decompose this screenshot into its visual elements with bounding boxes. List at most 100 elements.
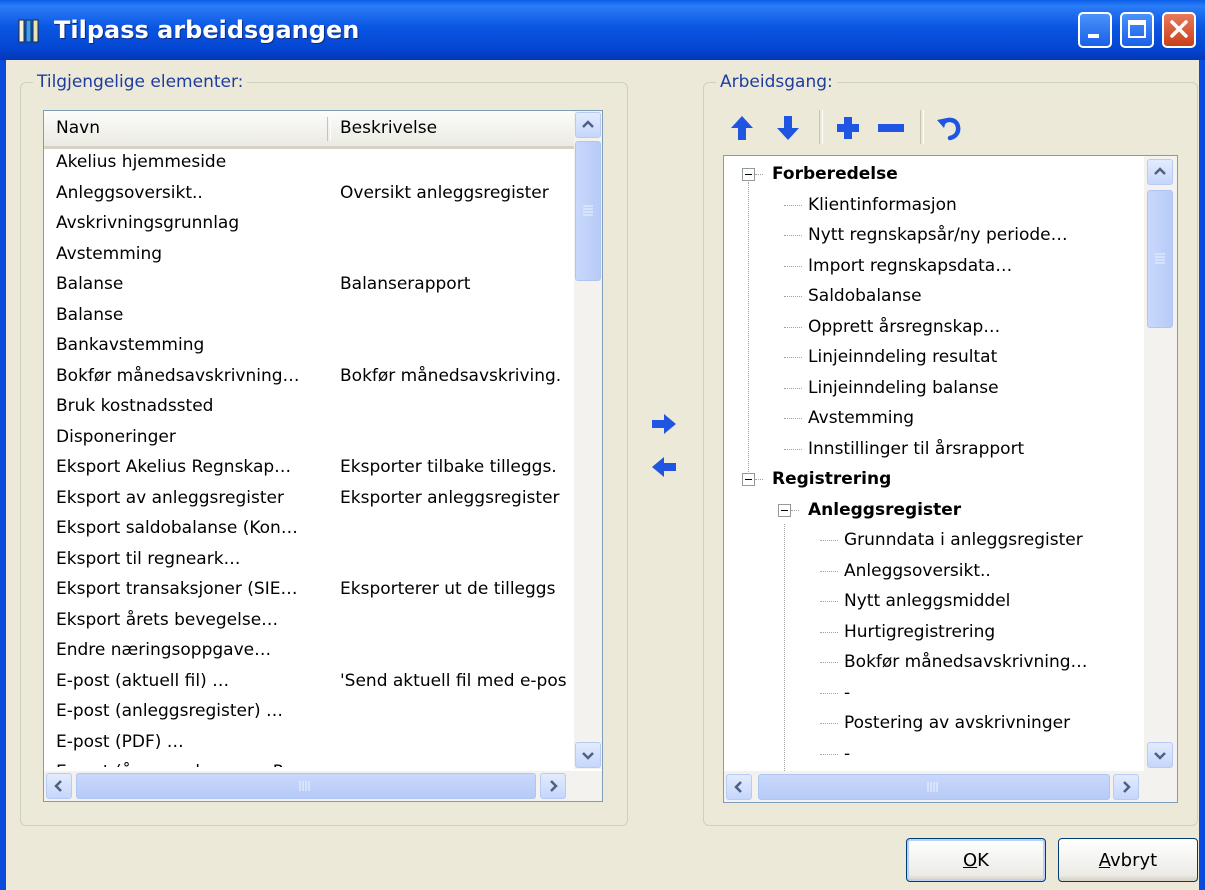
tree-connector bbox=[784, 387, 802, 389]
tree-horizontal-scrollbar[interactable] bbox=[724, 771, 1177, 802]
scroll-thumb[interactable] bbox=[1147, 190, 1173, 328]
list-item-name: Bokfør månedsavskrivning… bbox=[56, 365, 300, 386]
list-item[interactable]: Anleggsoversikt.. Oversikt anleggsregiste… bbox=[44, 178, 574, 209]
list-item[interactable]: Bokfør månedsavskrivning… Bokfør månedsav… bbox=[44, 361, 574, 392]
tree-item[interactable]: - bbox=[844, 739, 850, 770]
minus-icon bbox=[878, 124, 904, 132]
tree-item[interactable]: Anleggsoversikt.. bbox=[844, 556, 991, 587]
horizontal-scroll-thumb[interactable] bbox=[76, 773, 536, 799]
scroll-thumb[interactable] bbox=[575, 141, 601, 281]
tree-connector bbox=[784, 296, 802, 297]
tree-connector bbox=[784, 524, 785, 771]
list-item[interactable]: Eksport transaksjoner (SIE… Eksporterer u… bbox=[44, 574, 574, 605]
list-item[interactable]: E-post (aktuell fil) … 'Send aktuell fil … bbox=[44, 666, 574, 697]
scroll-down-button[interactable] bbox=[1147, 742, 1173, 768]
tree-connector bbox=[784, 204, 802, 206]
list-item[interactable]: E-post (årsregnskap som P… bbox=[44, 757, 574, 767]
scroll-right-button[interactable] bbox=[540, 773, 566, 799]
tree-item[interactable]: Grunndata i anleggsregister bbox=[844, 525, 1083, 556]
maximize-icon bbox=[1128, 20, 1146, 38]
scroll-up-button[interactable] bbox=[1147, 159, 1173, 185]
list-item[interactable]: Eksport årets bevegelse… bbox=[44, 605, 574, 636]
tree-item[interactable]: Postering av avskrivninger bbox=[844, 708, 1070, 739]
list-item-description: Eksporterer ut de tilleggs bbox=[340, 579, 556, 599]
chevron-down-icon bbox=[582, 752, 594, 760]
list-item[interactable]: Disponeringer bbox=[44, 422, 574, 453]
scroll-up-button[interactable] bbox=[575, 112, 601, 138]
tree-connector bbox=[784, 357, 802, 358]
workflow-tree[interactable]: Forberedelse Klientinformasjon Nytt regnsk… bbox=[723, 155, 1178, 803]
minimize-button[interactable] bbox=[1078, 12, 1112, 48]
collapse-toggle-icon[interactable] bbox=[742, 168, 755, 181]
list-item[interactable]: Balanse bbox=[44, 300, 574, 331]
scroll-right-button[interactable] bbox=[1113, 774, 1139, 800]
list-vertical-scrollbar[interactable] bbox=[574, 111, 602, 769]
tree-item[interactable]: - bbox=[844, 678, 850, 709]
tree-item[interactable]: Linjeinndeling balanse bbox=[808, 373, 999, 404]
list-horizontal-scrollbar[interactable] bbox=[44, 771, 602, 801]
title-bar[interactable]: Tilpass arbeidsgangen bbox=[0, 0, 1205, 60]
available-elements-list[interactable]: Navn Beskrivelse Akelius hjemmeside Anleg… bbox=[43, 110, 603, 802]
column-separator[interactable] bbox=[327, 117, 331, 141]
tree-item[interactable]: Linjeinndeling resultat bbox=[808, 342, 997, 373]
list-item[interactable]: E-post (anleggsregister) … bbox=[44, 696, 574, 727]
remove-item-button[interactable] bbox=[876, 114, 904, 142]
list-item[interactable]: Bankavstemming bbox=[44, 330, 574, 361]
cancel-button[interactable]: Avbryt bbox=[1058, 838, 1198, 882]
list-item[interactable]: Eksport av anleggsregister Eksporter anle… bbox=[44, 483, 574, 514]
tree-item[interactable]: Innstillinger til årsrapport bbox=[808, 434, 1024, 465]
list-item[interactable]: Avstemming bbox=[44, 239, 574, 270]
collapse-toggle-icon[interactable] bbox=[778, 503, 791, 517]
list-item[interactable]: Eksport til regneark… bbox=[44, 544, 574, 575]
tree-item[interactable]: Klientinformasjon bbox=[808, 190, 957, 221]
list-item-name: Eksport til regneark… bbox=[56, 548, 241, 569]
tree-vertical-scrollbar[interactable] bbox=[1144, 156, 1177, 771]
tree-group-node[interactable]: Forberedelse bbox=[772, 159, 898, 190]
list-item[interactable]: Avskrivningsgrunnlag bbox=[44, 208, 574, 239]
toolbar-separator bbox=[920, 110, 924, 144]
list-item[interactable]: E-post (PDF) … bbox=[44, 727, 574, 758]
window-frame-right bbox=[1199, 60, 1205, 890]
list-item[interactable]: Eksport Akelius Regnskap… Eksporter tilba… bbox=[44, 452, 574, 483]
tree-item[interactable]: Saldobalanse bbox=[808, 281, 922, 312]
list-item-name: Eksport saldobalanse (Kon… bbox=[56, 518, 298, 538]
tree-item[interactable]: Hurtigregistrering bbox=[844, 617, 995, 648]
remove-from-workflow-button[interactable] bbox=[651, 456, 677, 478]
tree-item[interactable]: Nytt anleggsmiddel bbox=[844, 586, 1010, 617]
horizontal-scroll-thumb[interactable] bbox=[758, 774, 1110, 800]
maximize-button[interactable] bbox=[1120, 12, 1154, 48]
chevron-left-icon bbox=[54, 780, 62, 792]
list-item[interactable]: Eksport saldobalanse (Kon… bbox=[44, 513, 574, 544]
column-header-name[interactable]: Navn bbox=[56, 111, 100, 146]
list-item-name: Disponeringer bbox=[56, 426, 176, 447]
arrow-left-icon bbox=[652, 457, 676, 477]
ok-button[interactable]: OK bbox=[906, 838, 1046, 882]
scroll-down-button[interactable] bbox=[575, 742, 601, 768]
tree-item[interactable]: Nytt regnskapsår/ny periode… bbox=[808, 220, 1068, 251]
tree-group-node[interactable]: Anleggsregister bbox=[808, 495, 961, 526]
tree-item[interactable]: Bokfør månedsavskrivning… bbox=[844, 647, 1088, 678]
tree-connector bbox=[784, 235, 802, 236]
tree-item[interactable]: Opprett årsregnskap… bbox=[808, 312, 1000, 343]
list-item[interactable]: Balanse Balanserapport bbox=[44, 269, 574, 300]
move-down-button[interactable] bbox=[774, 114, 802, 142]
reset-button[interactable] bbox=[935, 114, 963, 142]
collapse-toggle-icon[interactable] bbox=[742, 473, 755, 486]
column-header-description[interactable]: Beskrivelse bbox=[340, 111, 437, 146]
tree-connector bbox=[755, 479, 763, 480]
close-button[interactable] bbox=[1162, 12, 1196, 48]
scroll-left-button[interactable] bbox=[726, 774, 752, 800]
add-item-button[interactable] bbox=[834, 114, 862, 142]
move-up-button[interactable] bbox=[728, 114, 756, 142]
list-item-description: Oversikt anleggsregister bbox=[340, 182, 549, 203]
scroll-left-button[interactable] bbox=[46, 773, 72, 799]
tree-item[interactable]: Avstemming bbox=[808, 403, 914, 434]
list-item[interactable]: Bruk kostnadssted bbox=[44, 391, 574, 422]
add-to-workflow-button[interactable] bbox=[651, 413, 677, 435]
list-item-name: Avskrivningsgrunnlag bbox=[56, 213, 240, 233]
tree-group-node[interactable]: Registrering bbox=[772, 464, 891, 495]
tree-item[interactable]: Import regnskapsdata… bbox=[808, 251, 1012, 282]
tree-connector bbox=[748, 182, 749, 480]
list-item[interactable]: Endre næringsoppgave… bbox=[44, 635, 574, 666]
list-item[interactable]: Akelius hjemmeside bbox=[44, 147, 574, 178]
